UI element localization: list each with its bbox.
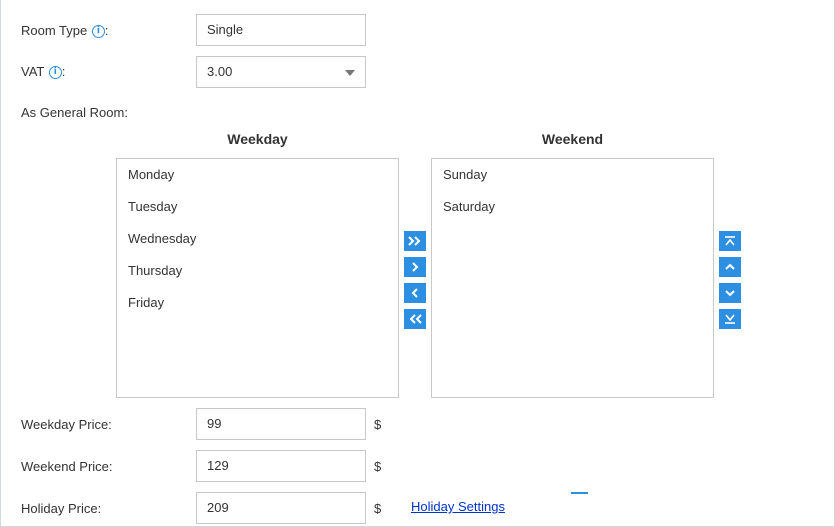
list-item[interactable]: Thursday [128, 263, 182, 279]
list-item[interactable]: Monday [128, 167, 174, 183]
move-up-icon [725, 263, 735, 270]
vat-label-text: VAT [21, 64, 45, 79]
list-item[interactable]: Tuesday [128, 199, 177, 215]
holiday-price-unit: $ [374, 501, 382, 516]
move-top-button[interactable] [719, 231, 741, 251]
list-item[interactable]: Saturday [443, 199, 495, 215]
move-up-button[interactable] [719, 257, 741, 277]
weekend-price-input[interactable]: 129 [196, 450, 366, 482]
move-all-left-button[interactable] [404, 309, 426, 329]
move-left-button[interactable] [404, 283, 426, 303]
weekday-price-input[interactable]: 99 [196, 408, 366, 440]
weekend-price-label: Weekend Price: [21, 459, 113, 474]
tooltip-edge [571, 492, 588, 494]
weekday-price-label: Weekday Price: [21, 417, 112, 432]
move-bottom-icon [725, 314, 735, 324]
move-bottom-button[interactable] [719, 309, 741, 329]
weekend-price-value: 129 [207, 458, 229, 473]
weekday-price-value: 99 [207, 416, 222, 431]
list-item[interactable]: Sunday [443, 167, 487, 183]
move-left-icon [411, 288, 418, 298]
chevron-down-icon [345, 70, 355, 76]
holiday-settings-link[interactable]: Holiday Settings [411, 499, 505, 514]
room-type-value: Single [207, 22, 244, 37]
vat-label-suffix: : [61, 64, 66, 79]
vat-label: VAT i: [21, 64, 65, 80]
list-item[interactable]: Wednesday [128, 231, 196, 247]
list-item[interactable]: Friday [128, 295, 164, 311]
general-room-label: As General Room: [21, 105, 128, 120]
weekday-heading: Weekday [227, 131, 288, 147]
holiday-price-label: Holiday Price: [21, 501, 102, 516]
move-right-icon [412, 262, 419, 272]
move-down-button[interactable] [719, 283, 741, 303]
weekday-price-unit: $ [374, 417, 382, 432]
holiday-price-input[interactable]: 209 [196, 492, 366, 524]
room-type-label-suffix: : [104, 23, 109, 38]
vat-select[interactable]: 3.00 [196, 56, 366, 88]
weekend-heading: Weekend [541, 131, 604, 147]
move-all-right-button[interactable] [404, 231, 426, 251]
move-all-right-icon [408, 236, 421, 246]
weekend-price-unit: $ [374, 459, 382, 474]
room-type-input[interactable]: Single [196, 14, 366, 46]
move-all-left-icon [409, 314, 422, 324]
vat-selected-value: 3.00 [207, 64, 233, 79]
weekday-list[interactable]: Monday Tuesday Wednesday Thursday Friday [116, 158, 399, 398]
move-down-icon [725, 290, 735, 297]
holiday-price-value: 209 [207, 500, 229, 515]
room-type-label-text: Room Type [21, 23, 88, 38]
info-icon[interactable]: i [48, 66, 62, 79]
form-panel: Room Type i: Single VAT i: 3.00 As Gener… [0, 0, 835, 527]
room-type-label: Room Type i: [21, 23, 109, 39]
move-right-button[interactable] [404, 257, 426, 277]
move-top-icon [725, 236, 735, 246]
weekend-list[interactable]: Sunday Saturday [431, 158, 714, 398]
info-icon[interactable]: i [91, 25, 105, 38]
